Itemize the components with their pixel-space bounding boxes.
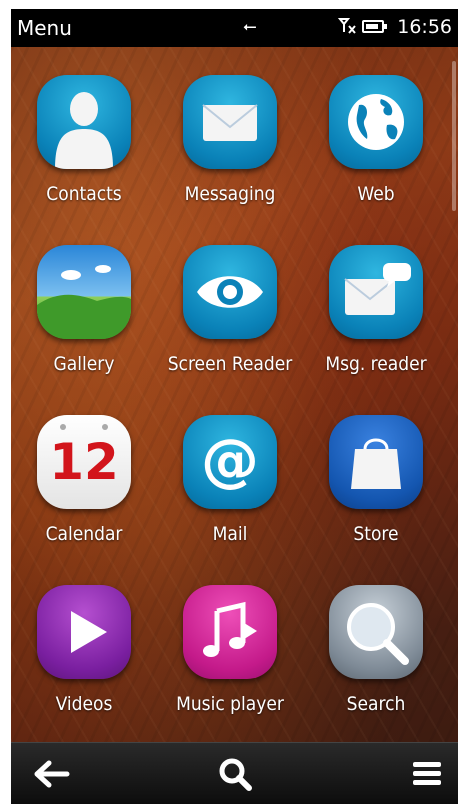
menu-icon[interactable] bbox=[411, 759, 443, 789]
status-bar-time: 16:56 bbox=[397, 16, 452, 38]
app-label: Screen Reader bbox=[167, 353, 293, 375]
search-icon[interactable] bbox=[217, 756, 253, 792]
app-msg-reader[interactable]: Msg. reader bbox=[303, 217, 449, 387]
no-signal-icon bbox=[337, 17, 358, 39]
app-store[interactable]: Store bbox=[303, 387, 449, 557]
search-magnifier-icon bbox=[329, 585, 423, 679]
at-sign: @ bbox=[201, 426, 259, 494]
store-bag-icon bbox=[329, 415, 423, 509]
contacts-icon bbox=[37, 75, 131, 169]
messaging-icon bbox=[183, 75, 277, 169]
app-videos[interactable]: Videos bbox=[11, 557, 157, 727]
app-messaging[interactable]: Messaging bbox=[157, 47, 303, 217]
msg-reader-icon bbox=[329, 245, 423, 339]
app-web[interactable]: Web bbox=[303, 47, 449, 217]
mail-at-icon: @ bbox=[183, 415, 277, 509]
app-label: Messaging bbox=[184, 183, 276, 205]
app-grid: Contacts Messaging Web Gallery Screen Re… bbox=[11, 47, 451, 742]
app-label: Calendar bbox=[45, 523, 123, 545]
calendar-icon: 12 bbox=[37, 415, 131, 509]
battery-icon bbox=[362, 20, 387, 33]
app-label: Videos bbox=[55, 693, 113, 715]
app-music-player[interactable]: Music player bbox=[157, 557, 303, 727]
gallery-icon bbox=[37, 245, 131, 339]
usb-icon: ⭠ bbox=[243, 17, 257, 37]
calendar-date: 12 bbox=[49, 433, 119, 491]
app-grid-area[interactable]: Contacts Messaging Web Gallery Screen Re… bbox=[11, 47, 458, 742]
status-bar: Menu ⭠ 16:56 bbox=[11, 9, 458, 47]
phone-screen: Menu ⭠ 16:56 Contacts Messaging Web Gall… bbox=[11, 9, 458, 804]
bottom-toolbar bbox=[11, 742, 458, 804]
app-gallery[interactable]: Gallery bbox=[11, 217, 157, 387]
app-label: Web bbox=[357, 183, 395, 205]
app-label: Music player bbox=[176, 693, 284, 715]
back-arrow-icon[interactable] bbox=[33, 757, 73, 791]
app-calendar[interactable]: 12 Calendar bbox=[11, 387, 157, 557]
app-label: Contacts bbox=[46, 183, 122, 205]
app-label: Msg. reader bbox=[325, 353, 427, 375]
music-player-icon bbox=[183, 585, 277, 679]
status-bar-title: Menu bbox=[17, 16, 72, 40]
app-contacts[interactable]: Contacts bbox=[11, 47, 157, 217]
app-label: Gallery bbox=[53, 353, 115, 375]
videos-play-icon bbox=[37, 585, 131, 679]
app-label: Mail bbox=[212, 523, 248, 545]
app-label: Search bbox=[346, 693, 406, 715]
app-mail[interactable]: @ Mail bbox=[157, 387, 303, 557]
app-search[interactable]: Search bbox=[303, 557, 449, 727]
app-label: Store bbox=[353, 523, 399, 545]
web-globe-icon bbox=[329, 75, 423, 169]
app-screen-reader[interactable]: Screen Reader bbox=[157, 217, 303, 387]
screen-reader-eye-icon bbox=[183, 245, 277, 339]
